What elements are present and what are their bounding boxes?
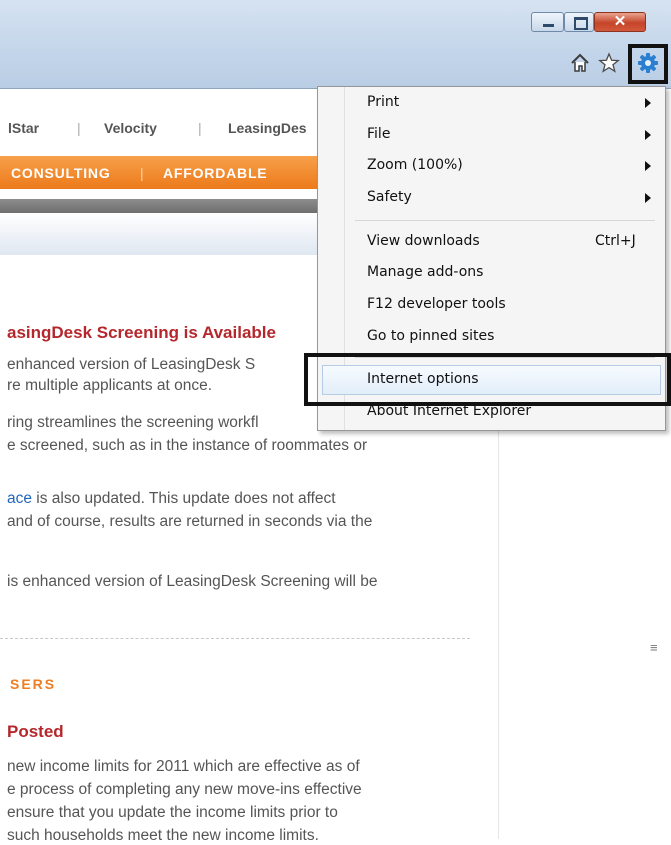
article-line: ring streamlines the screening workfl: [7, 414, 259, 431]
article-heading: asingDesk Screening is Available: [7, 323, 276, 342]
nav-separator: |: [198, 120, 202, 136]
article-line: re multiple applicants at once.: [7, 377, 213, 394]
menu-item-view-downloads[interactable]: View downloads Ctrl+J: [318, 227, 665, 257]
maximize-button[interactable]: [564, 12, 594, 32]
menu-item-go-to-pinned-sites[interactable]: Go to pinned sites: [318, 322, 665, 352]
close-icon: ✕: [613, 13, 627, 30]
menu-item-shortcut: Ctrl+J: [595, 233, 636, 249]
menu-item-file[interactable]: File: [318, 120, 665, 150]
posted-heading: Posted: [7, 722, 64, 741]
menu-item-manage-addons[interactable]: Manage add-ons: [318, 258, 665, 288]
menu-item-print[interactable]: Print: [318, 88, 665, 118]
scroll-grip-icon[interactable]: ≡: [650, 640, 662, 672]
nav-separator: |: [77, 120, 81, 136]
menu-item-label: Print: [367, 94, 400, 110]
menu-item-safety[interactable]: Safety: [318, 183, 665, 213]
menu-item-label: Go to pinned sites: [367, 328, 495, 344]
blue-banner: [0, 213, 330, 255]
nav-item-affordable[interactable]: AFFORDABLE: [163, 165, 267, 181]
submenu-arrow-icon: [645, 98, 651, 108]
menu-item-label: Manage add-ons: [367, 264, 484, 280]
article-line: enhanced version of LeasingDesk S: [7, 356, 256, 373]
favorites-button[interactable]: [598, 52, 620, 74]
menu-item-label: Safety: [367, 189, 412, 205]
favorites-star-icon: [598, 52, 620, 73]
posted-line: such households meet the new income limi…: [7, 827, 319, 844]
submenu-arrow-icon: [645, 193, 651, 203]
menu-separator: [355, 220, 655, 221]
minimize-icon: [532, 13, 563, 31]
nav-item-leasingdesk[interactable]: LeasingDes: [228, 120, 307, 136]
nav-separator: |: [140, 165, 145, 181]
menu-item-label: File: [367, 126, 391, 142]
gray-divider-bar: [0, 199, 330, 213]
nav-item-velocity[interactable]: Velocity: [104, 120, 157, 136]
submenu-arrow-icon: [645, 161, 651, 171]
nav-item-lstar[interactable]: lStar: [8, 120, 39, 136]
browser-chrome: ✕: [0, 0, 671, 89]
menu-item-label: View downloads: [367, 233, 480, 249]
menu-item-zoom[interactable]: Zoom (100%): [318, 151, 665, 181]
article-line: e screened, such as in the instance of r…: [7, 437, 368, 454]
minimize-button[interactable]: [531, 12, 564, 32]
menu-item-f12-developer-tools[interactable]: F12 developer tools: [318, 290, 665, 320]
orange-nav-bar: CONSULTING | AFFORDABLE: [0, 156, 330, 189]
internet-options-highlight-frame: [304, 353, 671, 406]
section-label: SERS: [10, 676, 57, 692]
home-icon: [571, 53, 589, 72]
posted-line: new income limits for 2011 which are eff…: [7, 758, 360, 775]
menu-item-label: F12 developer tools: [367, 296, 506, 312]
article-line: is enhanced version of LeasingDesk Scree…: [7, 573, 378, 590]
nav-item-consulting[interactable]: CONSULTING: [11, 165, 111, 181]
gear-highlight-frame: [628, 44, 668, 84]
submenu-arrow-icon: [645, 130, 651, 140]
home-button[interactable]: [569, 52, 591, 74]
article-line: and of course, results are returned in s…: [7, 513, 373, 530]
posted-line: e process of completing any new move-ins…: [7, 781, 362, 798]
close-button[interactable]: ✕: [594, 12, 646, 32]
posted-line: ensure that you update the income limits…: [7, 804, 338, 821]
maximize-icon: [565, 13, 593, 31]
article-line: ace is also updated. This update does no…: [7, 490, 336, 507]
menu-item-label: Zoom (100%): [367, 157, 463, 173]
section-divider: [0, 638, 470, 639]
article-link[interactable]: ace: [7, 490, 32, 507]
